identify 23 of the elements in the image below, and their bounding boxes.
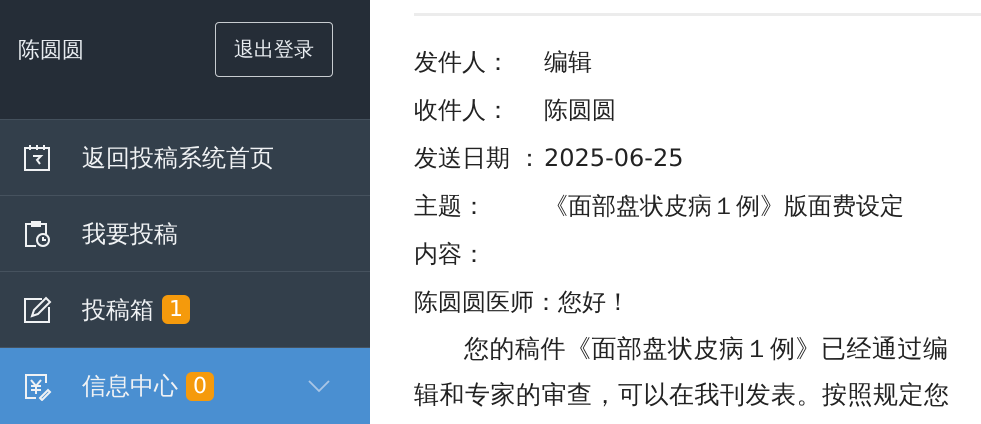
menu-label: 投稿箱 [82,294,154,326]
field-value: 《面部盘状皮病１例》版面费设定 [544,191,904,222]
field-label: 收件人： [414,95,511,126]
field-value: 陈圆圆 [544,95,616,126]
field-value: 2025-06-25 [544,144,684,172]
message-body: 您的稿件《面部盘状皮病１例》已经通过编辑和专家的审查，可以在我刊发表。按照规定您 [414,333,950,411]
user-name: 陈圆圆 [18,36,84,64]
menu-label: 返回投稿系统首页 [82,142,274,174]
field-label: 主题： [414,191,487,222]
menu-label: 我要投稿 [82,218,178,250]
clipboard-clock-icon [22,218,52,248]
logout-button[interactable]: 退出登录 [215,22,333,77]
field-label: 发送日期 ： [414,143,543,174]
count-badge: 1 [162,295,190,324]
calendar-icon [22,142,52,172]
count-badge: 0 [186,372,214,400]
field-value: 编辑 [544,47,592,78]
field-label: 发件人： [414,47,511,78]
greeting-text: 陈圆圆医师：您好！ [414,287,631,318]
menu-label: 信息中心 [82,371,178,402]
yen-note-icon [22,371,52,401]
edit-icon [22,294,52,324]
content-label: 内容： [414,239,487,270]
